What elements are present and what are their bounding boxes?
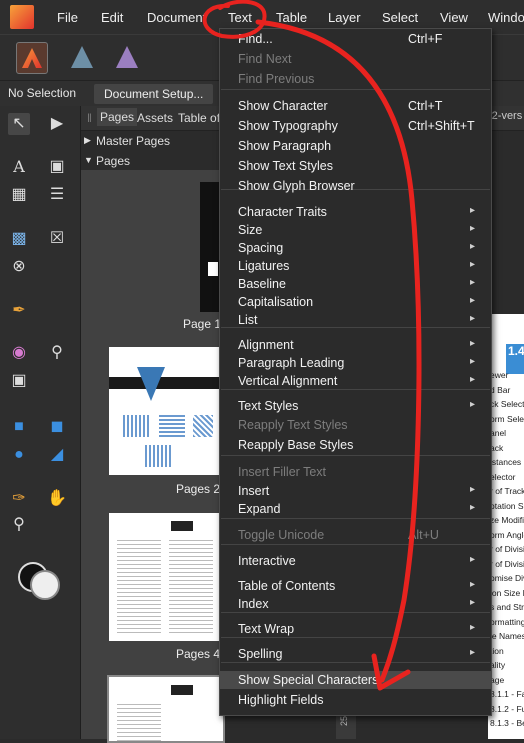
annotation-circle <box>202 0 267 39</box>
annotation-arrow <box>255 19 422 683</box>
annotation-overlay <box>202 0 422 691</box>
